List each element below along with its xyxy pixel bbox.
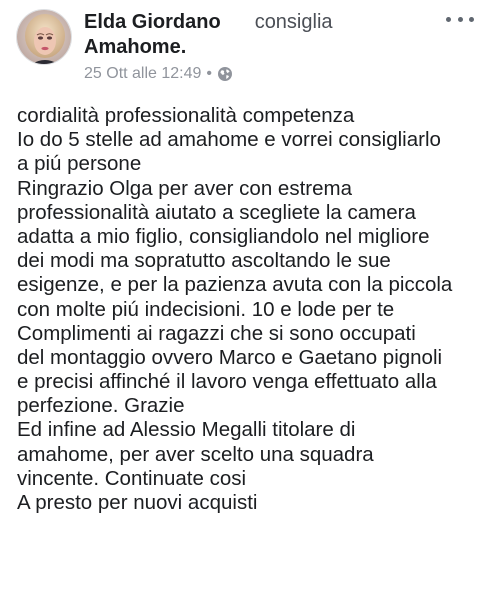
post-text-line: Complimenti ai ragazzi che si sono occup… bbox=[17, 321, 416, 345]
avatar[interactable] bbox=[16, 9, 72, 65]
post-text-line: professionalità aiutato a scegliete la c… bbox=[17, 200, 416, 224]
page-link: Amahome. bbox=[84, 35, 186, 59]
post-text-line: a piú persone bbox=[17, 152, 142, 176]
meta-separator: • bbox=[206, 65, 213, 82]
page-name[interactable]: Amahome. bbox=[84, 36, 186, 58]
review-post: Elda Giordano consiglia Amahome. 25 Ott a… bbox=[0, 0, 500, 595]
post-text-line: esigenze, e per la pazienza avuta con la… bbox=[17, 273, 453, 297]
post-meta: 25 Ott alle 12:49 • bbox=[84, 64, 233, 84]
post-text-line: e precisi affinché il lavoro venga effet… bbox=[17, 370, 437, 394]
post-text-line: A presto per nuovi acquisti bbox=[17, 491, 258, 514]
more-options-icon[interactable] bbox=[446, 12, 474, 26]
action-text: consiglia bbox=[254, 11, 333, 33]
more-dot bbox=[446, 16, 451, 22]
post-text-line: del montaggio ovvero Marco e Gaetano pig… bbox=[17, 345, 443, 369]
post-text-line: adatta a mio figlio, consigliandolo nel … bbox=[17, 224, 430, 248]
post-text-line: perfezione. Grazie bbox=[17, 394, 185, 418]
post-text-line: amahome, per aver scelto una squadra bbox=[17, 442, 374, 466]
globe-icon[interactable] bbox=[217, 66, 233, 82]
more-dot bbox=[457, 16, 463, 22]
post-text-line: con molte piú indecisioni. 10 e lode per… bbox=[17, 297, 395, 321]
post-text-line: Ringrazio Olga per aver con estrema bbox=[17, 176, 352, 200]
post-header: Elda Giordano consiglia bbox=[84, 10, 333, 34]
author-name[interactable]: Elda Giordano bbox=[84, 11, 221, 33]
post-text-line: dei modi ma sopratutto ascoltando le sue bbox=[17, 249, 391, 273]
post-text-line: Ed infine ad Alessio Megalli titolare di bbox=[17, 418, 356, 442]
more-dot bbox=[469, 16, 474, 22]
post-text-line: Io do 5 stelle ad amahome e vorrei consi… bbox=[17, 128, 441, 152]
post-text-line: cordialità professionalità competenza bbox=[17, 104, 355, 127]
timestamp[interactable]: 25 Ott alle 12:49 bbox=[84, 64, 201, 84]
post-text: cordialità professionalità competenza Io… bbox=[17, 104, 495, 515]
post-text-line: vincente. Continuate cosi bbox=[17, 466, 247, 490]
